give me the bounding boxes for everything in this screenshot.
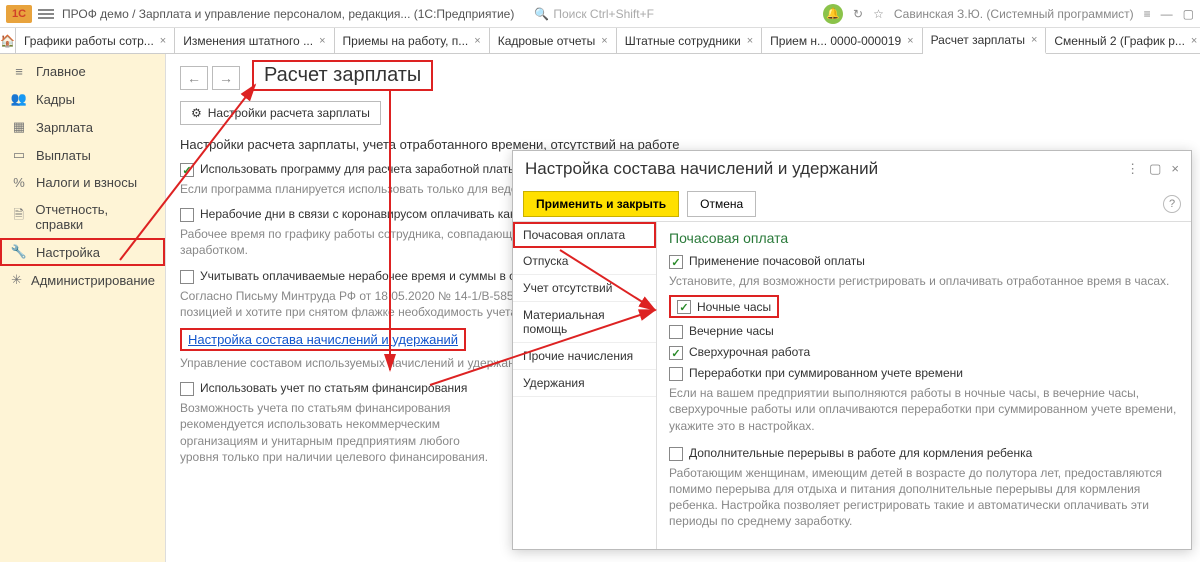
search-placeholder: Поиск Ctrl+Shift+F: [553, 7, 654, 21]
history-icon[interactable]: ↻: [853, 7, 863, 21]
sidebar-item-salary[interactable]: ▦Зарплата: [0, 113, 165, 141]
close-icon[interactable]: ×: [1171, 161, 1179, 177]
minimize-icon[interactable]: —: [1161, 7, 1173, 21]
tab[interactable]: Сменный 2 (График р...×: [1046, 28, 1200, 53]
checkbox-covid-days[interactable]: [180, 208, 194, 222]
tab-active[interactable]: Расчет зарплаты×: [923, 28, 1047, 54]
close-icon[interactable]: ×: [160, 35, 166, 47]
search-box[interactable]: 🔍 Поиск Ctrl+Shift+F: [534, 7, 654, 21]
panel-title: Почасовая оплата: [669, 230, 1179, 246]
checkbox-feeding-breaks[interactable]: [669, 447, 683, 461]
user-name[interactable]: Савинская З.Ю. (Системный программист): [894, 7, 1134, 21]
close-icon[interactable]: ×: [601, 35, 607, 47]
window-icon[interactable]: ▢: [1183, 7, 1194, 21]
gear-icon: ⚙: [191, 106, 202, 120]
close-icon[interactable]: ×: [907, 35, 913, 47]
checkbox-financing[interactable]: [180, 382, 194, 396]
nav-other[interactable]: Прочие начисления: [513, 343, 656, 370]
nav-deductions[interactable]: Удержания: [513, 370, 656, 397]
forward-button[interactable]: →: [212, 66, 240, 90]
favorite-icon[interactable]: ☆: [873, 7, 884, 21]
close-icon[interactable]: ×: [1191, 35, 1197, 47]
dialog-title: Настройка состава начислений и удержаний: [525, 159, 878, 179]
settings-button[interactable]: ⚙Настройки расчета зарплаты: [180, 101, 381, 125]
search-icon: 🔍: [534, 7, 549, 21]
nav-vacation[interactable]: Отпуска: [513, 248, 656, 275]
notification-icon[interactable]: 🔔: [823, 4, 843, 24]
panel-icon[interactable]: ≡: [1144, 7, 1151, 21]
hint: Работающим женщинам, имеющим детей в воз…: [669, 465, 1179, 530]
back-button[interactable]: ←: [180, 66, 208, 90]
accruals-dialog: Настройка состава начислений и удержаний…: [512, 150, 1192, 550]
sidebar-item-reports[interactable]: 🗎Отчетность, справки: [0, 196, 165, 238]
close-icon[interactable]: ×: [319, 35, 325, 47]
apply-button[interactable]: Применить и закрыть: [523, 191, 679, 217]
checkbox-overtime[interactable]: [669, 346, 683, 360]
window-title: ПРОФ демо / Зарплата и управление персон…: [62, 7, 514, 21]
more-icon[interactable]: ⋮: [1126, 161, 1139, 177]
close-icon[interactable]: ×: [1031, 34, 1037, 46]
tab[interactable]: Изменения штатного ...×: [175, 28, 334, 53]
nav-hourly[interactable]: Почасовая оплата: [513, 222, 656, 248]
night-hours-box: Ночные часы: [669, 295, 779, 318]
hint: Если на вашем предприятии выполняются ра…: [669, 385, 1179, 434]
nav-absence[interactable]: Учет отсутствий: [513, 275, 656, 302]
tabbar: 🏠 Графики работы сотр...× Изменения штат…: [0, 28, 1200, 54]
checkbox-evening-hours[interactable]: [669, 325, 683, 339]
help-icon[interactable]: ?: [1163, 195, 1181, 213]
sidebar-item-settings[interactable]: 🔧Настройка: [0, 238, 165, 266]
sidebar-item-hr[interactable]: 👥Кадры: [0, 85, 165, 113]
app-logo: 1C: [6, 5, 32, 23]
accruals-link-box: Настройка состава начислений и удержаний: [180, 328, 466, 351]
cancel-button[interactable]: Отмена: [687, 191, 756, 217]
hint: Возможность учета по статьям финансирова…: [180, 400, 500, 465]
dialog-nav: Почасовая оплата Отпуска Учет отсутствий…: [513, 222, 657, 549]
tab[interactable]: Кадровые отчеты×: [490, 28, 617, 53]
page-title: Расчет зарплаты: [252, 60, 433, 91]
tab[interactable]: Штатные сотрудники×: [617, 28, 762, 53]
checkbox-hourly-pay[interactable]: [669, 255, 683, 269]
sidebar: ≡Главное 👥Кадры ▦Зарплата ▭Выплаты %Нало…: [0, 54, 166, 562]
close-icon[interactable]: ×: [474, 35, 480, 47]
maximize-icon[interactable]: ▢: [1149, 161, 1161, 177]
hint: Установите, для возможности регистрирова…: [669, 273, 1179, 289]
sidebar-item-payments[interactable]: ▭Выплаты: [0, 141, 165, 169]
checkbox-overwork[interactable]: [669, 367, 683, 381]
sidebar-item-admin[interactable]: ✳Администрирование: [0, 266, 165, 294]
home-tab[interactable]: 🏠: [0, 28, 16, 53]
menu-icon[interactable]: [38, 9, 54, 19]
accruals-link[interactable]: Настройка состава начислений и удержаний: [188, 332, 458, 347]
close-icon[interactable]: ×: [747, 35, 753, 47]
tab[interactable]: Графики работы сотр...×: [16, 28, 175, 53]
dialog-panel: Почасовая оплата Применение почасовой оп…: [657, 222, 1191, 549]
checkbox-avg-earnings[interactable]: [180, 270, 194, 284]
checkbox-night-hours[interactable]: [677, 300, 691, 314]
sidebar-item-main[interactable]: ≡Главное: [0, 58, 165, 85]
checkbox-use-payroll[interactable]: [180, 163, 194, 177]
sidebar-item-taxes[interactable]: %Налоги и взносы: [0, 169, 165, 196]
nav-material[interactable]: Материальная помощь: [513, 302, 656, 343]
tab[interactable]: Прием н... 0000-000019×: [762, 28, 922, 53]
tab[interactable]: Приемы на работу, п...×: [335, 28, 490, 53]
